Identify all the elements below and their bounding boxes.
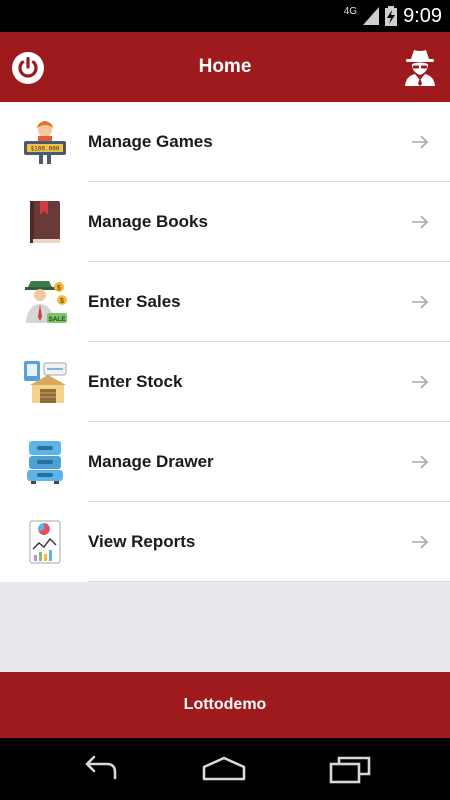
spy-button[interactable]	[400, 46, 440, 86]
arrow-right-icon	[412, 535, 429, 549]
arrow-right-icon	[412, 375, 429, 389]
salesman-icon: $ $ SALE	[25, 281, 67, 323]
menu-item-manage-drawer[interactable]: Manage Drawer	[0, 422, 450, 502]
menu-item-label: Manage Books	[88, 212, 208, 231]
drawer-cabinet-icon	[27, 441, 63, 484]
content-background	[0, 582, 450, 672]
menu-item-label: View Reports	[88, 532, 196, 551]
report-chart-icon	[29, 520, 61, 564]
arrow-right-icon	[412, 455, 429, 469]
menu-item-enter-sales[interactable]: $ $ SALE Enter Sales	[0, 262, 450, 342]
power-button[interactable]	[10, 50, 46, 86]
signal-icon	[363, 7, 380, 25]
arrow-right-icon	[412, 135, 429, 149]
battery-charging-icon	[385, 6, 398, 26]
menu-item-enter-stock[interactable]: Enter Stock	[0, 342, 450, 422]
navigation-bar	[0, 738, 450, 800]
book-icon	[30, 201, 60, 243]
status-indicators: 4G 9:09	[344, 0, 442, 32]
menu-item-view-reports[interactable]: View Reports	[0, 502, 450, 582]
menu-item-manage-games[interactable]: $100.000 Manage Games	[0, 102, 450, 182]
spy-icon	[405, 50, 435, 86]
network-type: 4G	[343, 5, 358, 17]
menu-item-label: Manage Drawer	[88, 452, 214, 471]
power-icon	[12, 52, 44, 84]
home-icon	[202, 756, 246, 781]
home-button[interactable]	[201, 752, 247, 786]
footer-label: Lottodemo	[0, 672, 450, 738]
svg-text:SALE: SALE	[48, 316, 66, 323]
app-bar: Home	[0, 32, 450, 102]
status-bar: 4G 9:09	[0, 0, 450, 32]
arrow-right-icon	[412, 295, 429, 309]
page-title: Home	[198, 56, 252, 77]
menu-item-label: Enter Stock	[88, 372, 183, 391]
menu-item-manage-books[interactable]: Manage Books	[0, 182, 450, 262]
back-button[interactable]	[77, 752, 123, 786]
recents-icon	[329, 756, 371, 784]
arrow-right-icon	[412, 215, 429, 229]
svg-text:$100.000: $100.000	[31, 146, 60, 153]
svg-text:$: $	[60, 298, 64, 305]
back-icon	[85, 755, 117, 780]
menu-item-label: Enter Sales	[88, 292, 181, 311]
recents-button[interactable]	[327, 752, 373, 786]
menu-item-label: Manage Games	[88, 132, 213, 151]
svg-text:$: $	[57, 285, 61, 292]
warehouse-icon	[24, 361, 67, 403]
lottery-ticket-icon: $100.000	[24, 121, 66, 164]
clock: 9:09	[403, 4, 442, 27]
menu-list: $100.000 Manage Games Manage Books $ $ S…	[0, 102, 450, 582]
